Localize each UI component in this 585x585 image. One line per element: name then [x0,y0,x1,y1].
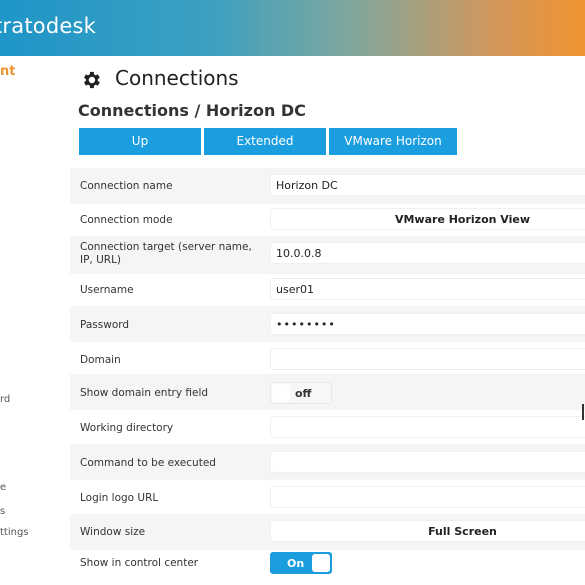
toggle-knob [272,384,290,402]
label-control-center: Show in control center [80,557,199,569]
label-password: Password [80,319,130,331]
tab-vmware-horizon-view[interactable]: VMware Horizon View [329,128,457,175]
top-bar: tratodesk [0,0,585,56]
label-username: Username [80,284,134,296]
working-directory-input[interactable] [270,416,585,438]
label-login-logo: Login logo URL [80,492,159,504]
window-size-select[interactable]: Full Screen [270,520,585,542]
sidebar-item[interactable]: ttings [0,527,29,538]
connection-name-input[interactable] [270,174,585,196]
sidebar: nt rd e s ttings [0,56,66,585]
toggle-state: On [287,557,305,570]
breadcrumb: Connections / Horizon DC [78,101,306,120]
scroll-marker [582,404,584,420]
login-logo-input[interactable] [270,486,585,508]
toggle-knob [312,554,330,572]
label-working-directory: Working directory [80,422,174,434]
brand-logo[interactable]: tratodesk [0,14,96,38]
sidebar-item-active[interactable]: nt [0,64,15,79]
label-command: Command to be executed [80,457,216,469]
label-show-domain: Show domain entry field [80,387,209,399]
password-input[interactable]: •••••••• [270,313,585,335]
tab-extended[interactable]: Extended [204,128,326,155]
control-center-toggle[interactable]: On [270,552,332,574]
label-domain: Domain [80,354,121,366]
command-input[interactable] [270,451,585,473]
gear-icon [84,71,100,89]
show-domain-toggle[interactable]: off [270,382,332,404]
connection-mode-select[interactable]: VMware Horizon View [270,208,585,230]
username-input[interactable] [270,278,585,300]
label-connection-mode: Connection mode [80,214,173,226]
label-connection-name: Connection name [80,180,173,192]
sidebar-item[interactable]: s [0,506,5,517]
connection-target-input[interactable] [270,242,585,264]
domain-input[interactable] [270,348,585,370]
page-title: Connections [115,66,239,90]
label-window-size: Window size [80,526,146,538]
sidebar-item[interactable]: e [0,482,6,493]
sidebar-item[interactable]: rd [0,394,10,405]
tab-up[interactable]: Up [79,128,201,155]
label-connection-target: Connection target (server name, IP, URL) [80,241,252,266]
toggle-state: off [295,387,312,400]
